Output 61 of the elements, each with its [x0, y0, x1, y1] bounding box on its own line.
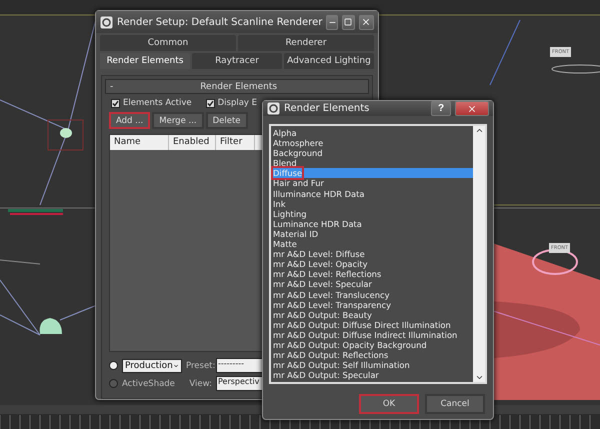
list-item[interactable]: mr A&D Level: Reflections — [271, 269, 473, 280]
mode-dropdown[interactable]: Production — [122, 358, 182, 372]
radio-button[interactable] — [109, 379, 118, 388]
list-item[interactable]: Illuminance HDR Data — [271, 188, 473, 199]
list-item[interactable]: mr A&D Output: Diffuse Indirect Illumination — [271, 330, 473, 340]
list-item[interactable]: mr A&D Output: Self Illumination — [271, 360, 473, 370]
minimize-button[interactable] — [326, 14, 338, 30]
list-item[interactable]: mr A&D Output: Reflections — [271, 350, 473, 360]
tab[interactable]: Renderer — [238, 35, 374, 51]
list-item[interactable]: mr A&D Level: Transparency — [271, 300, 473, 310]
close-icon — [467, 104, 477, 114]
tab[interactable]: Render Elements — [100, 53, 190, 69]
list-item[interactable]: Hair and Fur — [271, 178, 473, 189]
window-title: Render Setup: Default Scanline Renderer — [117, 16, 322, 28]
rollout-header[interactable]: - Render Elements — [105, 79, 369, 94]
list-item[interactable]: mr A&D Output: Diffuse Direct Illumination — [271, 320, 473, 330]
dialog-button[interactable]: Cancel — [425, 394, 485, 414]
checkbox-icon[interactable] — [206, 98, 215, 108]
maximize-icon — [344, 18, 352, 26]
list-item[interactable]: Alpha — [271, 128, 473, 138]
checkbox-icon[interactable] — [111, 98, 120, 108]
list-item[interactable]: mr A&D Level: Diffuse — [271, 249, 473, 260]
toolbar-button[interactable]: Merge ... — [152, 112, 204, 129]
list-item[interactable]: Material ID — [271, 228, 473, 240]
list-item[interactable]: mr A&D Level: Opacity — [271, 259, 473, 270]
tab[interactable]: Advanced Lighting — [284, 53, 374, 69]
column-header[interactable]: Filter — [216, 135, 255, 150]
dialog-button[interactable]: OK — [359, 394, 419, 414]
list-item[interactable]: Blend — [271, 158, 473, 168]
checkbox[interactable]: Display E — [206, 98, 258, 108]
help-button[interactable]: ? — [431, 101, 451, 116]
close-button[interactable] — [455, 101, 489, 116]
field-label: View: — [188, 378, 212, 388]
list-item[interactable]: mr A&D Level: Translucency — [271, 290, 473, 300]
column-header[interactable]: Enabled — [169, 135, 216, 150]
list-item[interactable]: mr A&D Output: Specular — [271, 370, 473, 380]
app-icon — [100, 16, 113, 28]
checkbox[interactable]: Elements Active — [111, 98, 192, 108]
scroll-up-icon[interactable] — [474, 126, 484, 135]
list-item[interactable]: mr A&D Level: Specular — [271, 279, 473, 290]
list-item[interactable]: Background — [271, 148, 473, 158]
mode-label: ActiveShade — [122, 378, 176, 388]
toolbar-button[interactable]: Delete — [206, 112, 248, 129]
toolbar-button[interactable]: Add ... — [109, 112, 150, 129]
tab[interactable]: Common — [100, 35, 236, 51]
window-title: Render Elements — [284, 103, 370, 114]
list-item[interactable]: Ink — [271, 198, 473, 209]
list-item[interactable]: mr A&D Output: Opacity Background — [271, 340, 473, 350]
column-header[interactable]: Name — [110, 135, 169, 150]
tab[interactable]: Raytracer — [192, 53, 282, 69]
close-icon — [361, 17, 372, 27]
list-item[interactable]: Atmosphere — [271, 138, 473, 148]
close-button[interactable] — [358, 14, 374, 30]
radio-button[interactable] — [109, 361, 118, 370]
maximize-button[interactable] — [342, 14, 355, 30]
list-item[interactable]: Lighting — [271, 208, 473, 219]
field-label: Preset: — [186, 360, 212, 370]
scrollbar[interactable] — [473, 126, 485, 382]
list-item[interactable]: mr A&D Output: Beauty — [271, 310, 473, 320]
list-item[interactable]: Luminance HDR Data — [271, 218, 473, 229]
list-item[interactable]: Matte — [271, 239, 473, 250]
